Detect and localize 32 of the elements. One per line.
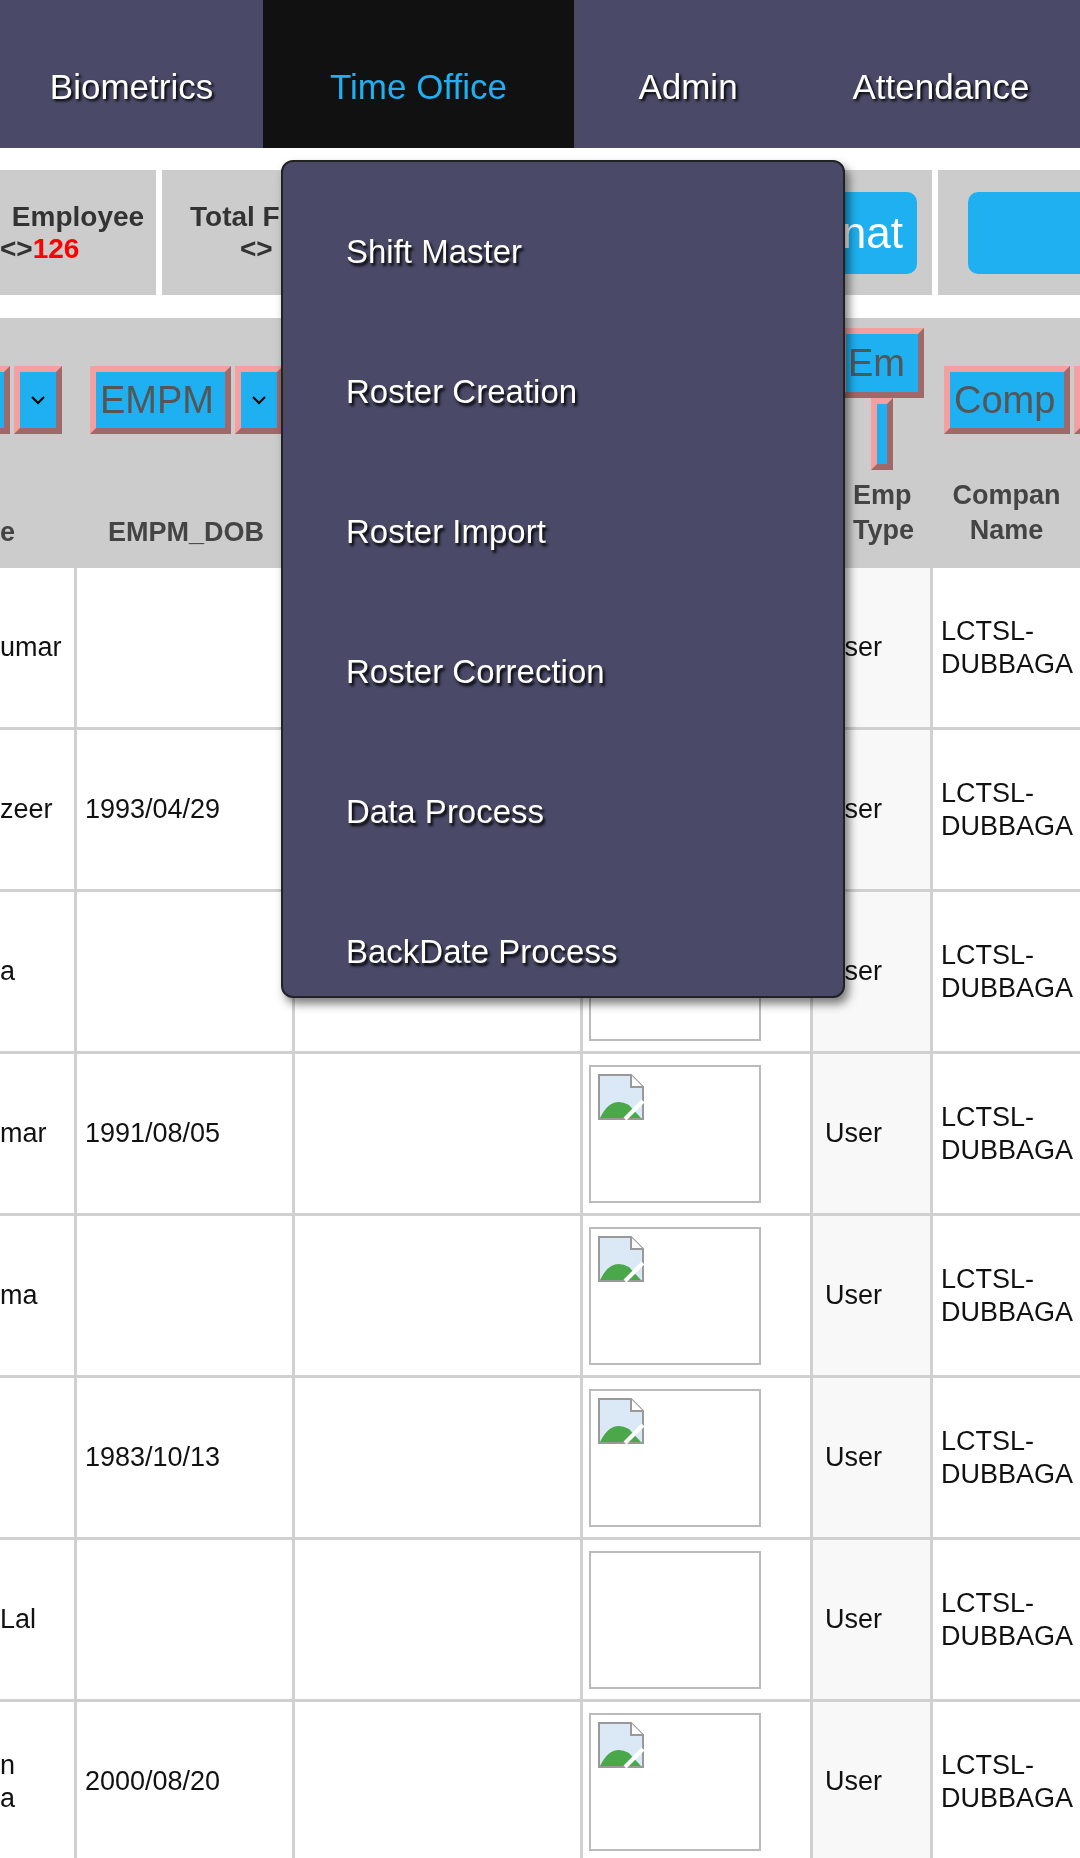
- nav-tab[interactable]: Admin: [574, 0, 802, 148]
- nav-tab[interactable]: Attendance: [802, 0, 1080, 148]
- stat-label: Total F: [190, 200, 281, 233]
- table-cell: User: [813, 1216, 933, 1378]
- table-cell: 1983/10/13: [77, 1378, 295, 1540]
- table-cell: ma: [0, 1216, 77, 1378]
- stat-value: <>126: [0, 232, 80, 265]
- table-cell: Lal: [0, 1540, 77, 1702]
- nav-tab[interactable]: Biometrics: [0, 0, 263, 148]
- dropdown-button[interactable]: [235, 366, 283, 434]
- stat-value: <>: [239, 232, 273, 265]
- broken-image-icon: [597, 1072, 645, 1121]
- nav-tab[interactable]: Time Office: [263, 0, 574, 148]
- broken-image-icon: [597, 1720, 645, 1769]
- table-cell: User: [813, 1540, 933, 1702]
- column-header: e: [0, 517, 16, 548]
- table-cell: User: [813, 1702, 933, 1858]
- table-cell: umar: [0, 568, 77, 730]
- column-header: EMPM_DOB: [108, 517, 264, 548]
- table-cell: n a: [0, 1702, 77, 1858]
- column-header: Compan Name: [951, 478, 1062, 547]
- column-header: Emp Type: [853, 478, 915, 547]
- table-cell: User: [813, 1378, 933, 1540]
- menu-item[interactable]: Roster Creation: [283, 322, 843, 462]
- broken-image-icon: [597, 1234, 645, 1283]
- stat-label: Employee: [11, 200, 145, 233]
- table-cell: mar: [0, 1054, 77, 1216]
- table-cell: zeer: [0, 730, 77, 892]
- table-cell: 1991/08/05: [77, 1054, 295, 1216]
- table-cell: User: [813, 1054, 933, 1216]
- broken-image-icon: [597, 1396, 645, 1445]
- table-cell: a: [0, 892, 77, 1054]
